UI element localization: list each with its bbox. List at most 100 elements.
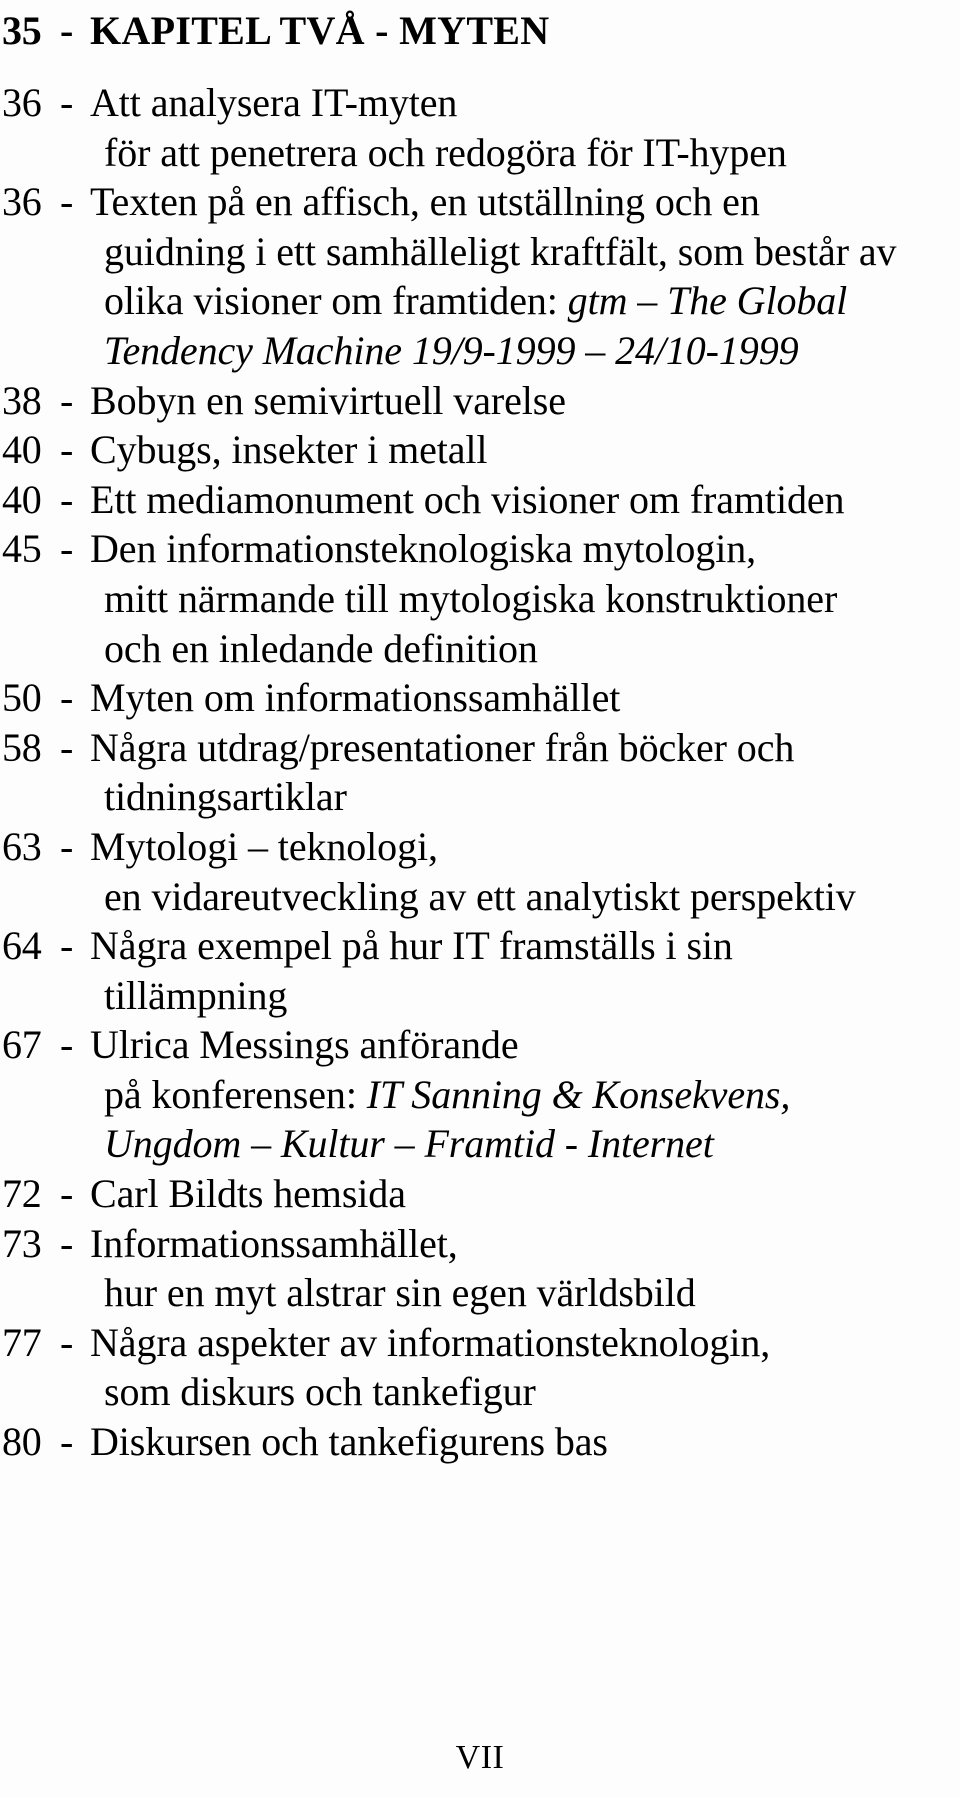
toc-page-number: 67 xyxy=(2,1022,42,1068)
toc-entry-text: Carl Bildts hemsida xyxy=(90,1169,406,1219)
toc-entry[interactable]: 67- Ulrica Messings anförande på konferens… xyxy=(0,1020,960,1169)
toc-page-number: 72 xyxy=(2,1171,42,1217)
toc-entry-text: Tendency Machine 19/9-1999 – 24/10-1999 xyxy=(104,326,799,376)
toc-page-number: 35 xyxy=(2,8,42,53)
toc-entry-text: Diskursen och tankefigurens bas xyxy=(90,1417,608,1467)
toc-page-number: 50 xyxy=(2,675,42,721)
toc-text-segment: Tendency Machine 19/9-1999 – 24/10-1999 xyxy=(104,327,799,373)
toc-page-number: 36 xyxy=(2,179,42,225)
toc-separator-dash: - xyxy=(60,1022,74,1068)
toc-entry[interactable]: 64- Några exempel på hur IT framställs i … xyxy=(0,921,960,1020)
toc-text-segment: tillämpning xyxy=(104,972,288,1018)
toc-entry[interactable]: 58- Några utdrag/presentationer från böck… xyxy=(0,723,960,822)
toc-entry-first-line: 45- Den informationsteknologiska mytologi… xyxy=(0,524,960,574)
toc-text-segment: för att penetrera och redogöra för IT-hy… xyxy=(104,129,787,175)
toc-entry-continuation-line: Ungdom – Kultur – Framtid - Internet xyxy=(0,1119,960,1169)
toc-text-segment: som diskurs och tankefigur xyxy=(104,1369,536,1415)
toc-text-segment: Några utdrag/presentationer från böcker … xyxy=(90,724,795,770)
toc-entry-first-line: 40- Ett mediamonument och visioner om fra… xyxy=(0,475,960,525)
toc-page-number: 73 xyxy=(2,1220,42,1266)
toc-entry[interactable]: 36- Att analysera IT-myten för att penetre… xyxy=(0,78,960,177)
toc-separator-dash: - xyxy=(60,526,74,572)
toc-page-number: 38 xyxy=(2,377,42,423)
toc-page-number: 64 xyxy=(2,923,42,969)
toc-text-segment: Carl Bildts hemsida xyxy=(90,1171,406,1217)
toc-separator-dash: - xyxy=(60,823,74,869)
toc-entry-first-line: 67- Ulrica Messings anförande xyxy=(0,1020,960,1070)
toc-entry-first-line: 50- Myten om informationssamhället xyxy=(0,673,960,723)
toc-entry-continuation-line: guidning i ett samhälleligt kraftfält, s… xyxy=(0,227,960,277)
toc-entry-continuation-line: för att penetrera och redogöra för IT-hy… xyxy=(0,128,960,178)
toc-text-segment: Diskursen och tankefigurens bas xyxy=(90,1419,608,1465)
toc-entry-first-line: 63- Mytologi – teknologi, xyxy=(0,822,960,872)
toc-separator-dash: - xyxy=(60,923,74,969)
toc-entry-first-line: 58- Några utdrag/presentationer från böck… xyxy=(0,723,960,773)
toc-text-segment: gtm – The Global xyxy=(567,278,848,324)
toc-text-segment: Ulrica Messings anförande xyxy=(90,1022,519,1068)
toc-page-number: 80 xyxy=(2,1419,42,1465)
toc-entry[interactable]: 72- Carl Bildts hemsida xyxy=(0,1169,960,1219)
toc-text-segment: Några exempel på hur IT framställs i sin xyxy=(90,923,733,969)
toc-text-segment: Cybugs, insekter i metall xyxy=(90,427,488,473)
toc-separator-dash: - xyxy=(60,724,74,770)
toc-entry[interactable]: 73- Informationssamhället, hur en myt alst… xyxy=(0,1219,960,1318)
toc-entry-first-line: 80- Diskursen och tankefigurens bas xyxy=(0,1417,960,1467)
toc-entry-text: tillämpning xyxy=(104,971,287,1021)
toc-entry-continuation-line: olika visioner om framtiden: gtm – The G… xyxy=(0,276,960,326)
toc-text-segment: Att analysera IT-myten xyxy=(90,80,458,125)
toc-text-segment: mitt närmande till mytologiska konstrukt… xyxy=(104,575,838,621)
toc-page-number: 45 xyxy=(2,526,42,572)
toc-separator-dash: - xyxy=(60,1419,74,1465)
toc-entry[interactable]: 63- Mytologi – teknologi, en vidareutveckl… xyxy=(0,822,960,921)
toc-entry[interactable]: 38- Bobyn en semivirtuell varelse xyxy=(0,376,960,426)
toc-text-segment: Mytologi – teknologi, xyxy=(90,823,438,869)
toc-entry-text: som diskurs och tankefigur xyxy=(104,1367,536,1417)
toc-entry-text: på konferensen: IT Sanning & Konsekvens, xyxy=(104,1070,790,1120)
toc-entry-first-line: 77- Några aspekter av informationsteknolo… xyxy=(0,1318,960,1368)
toc-entry[interactable]: 36- Texten på en affisch, en utställning … xyxy=(0,177,960,375)
toc-entry[interactable]: 45- Den informationsteknologiska mytologi… xyxy=(0,524,960,673)
toc-text-segment: Några aspekter av informationsteknologin… xyxy=(90,1319,771,1365)
toc-entry[interactable]: 50- Myten om informationssamhället xyxy=(0,673,960,723)
toc-entry-text: guidning i ett samhälleligt kraftfält, s… xyxy=(104,227,896,277)
toc-entry-continuation-line: tillämpning xyxy=(0,971,960,1021)
toc-entry-text: hur en myt alstrar sin egen världsbild xyxy=(104,1268,696,1318)
toc-page-number: 77 xyxy=(2,1319,42,1365)
toc-entry-text: och en inledande definition xyxy=(104,624,538,674)
toc-text-segment: hur en myt alstrar sin egen världsbild xyxy=(104,1270,696,1316)
toc-separator-dash: - xyxy=(60,8,74,53)
toc-text-segment: guidning i ett samhälleligt kraftfält, s… xyxy=(104,228,897,274)
toc-text-segment: Bobyn en semivirtuell varelse xyxy=(90,377,566,423)
toc-separator-dash: - xyxy=(60,377,74,423)
toc-separator-dash: - xyxy=(60,476,74,522)
toc-separator-dash: - xyxy=(60,179,74,225)
toc-entry-continuation-line: som diskurs och tankefigur xyxy=(0,1367,960,1417)
toc-separator-dash: - xyxy=(60,1171,74,1217)
toc-entry-continuation-line: en vidareutveckling av ett analytiskt pe… xyxy=(0,872,960,922)
toc-separator-dash: - xyxy=(60,1319,74,1365)
toc-entry-continuation-line: och en inledande definition xyxy=(0,624,960,674)
toc-entry-text: Några utdrag/presentationer från böcker … xyxy=(90,723,794,773)
toc-entry-first-line: 40- Cybugs, insekter i metall xyxy=(0,425,960,475)
page-folio: VII xyxy=(455,1739,505,1776)
toc-entry[interactable]: 77- Några aspekter av informationsteknolo… xyxy=(0,1318,960,1417)
toc-entry[interactable]: 80- Diskursen och tankefigurens bas xyxy=(0,1417,960,1467)
toc-entry-text: Några aspekter av informationsteknologin… xyxy=(90,1318,770,1368)
toc-text-segment: en vidareutveckling av ett analytiskt pe… xyxy=(104,873,856,919)
toc-text-segment: olika visioner om framtiden: xyxy=(104,278,568,324)
toc-entry[interactable]: 35- KAPITEL TVÅ - MYTEN xyxy=(0,0,960,78)
toc-entry-continuation-line: mitt närmande till mytologiska konstrukt… xyxy=(0,574,960,624)
toc-entry-continuation-line: hur en myt alstrar sin egen världsbild xyxy=(0,1268,960,1318)
toc-text-segment: Den informationsteknologiska mytologin, xyxy=(90,526,757,572)
toc-entry[interactable]: 40- Ett mediamonument och visioner om fra… xyxy=(0,475,960,525)
toc-page: 35- KAPITEL TVÅ - MYTEN 36- Att analysera I… xyxy=(0,0,960,1797)
toc-page-number: 36 xyxy=(2,80,42,125)
toc-text-segment: Myten om informationssamhället xyxy=(90,675,621,721)
toc-separator-dash: - xyxy=(60,80,74,125)
toc-entry-continuation-line: tidningsartiklar xyxy=(0,772,960,822)
toc-separator-dash: - xyxy=(60,675,74,721)
toc-entry-first-line: 38- Bobyn en semivirtuell varelse xyxy=(0,376,960,426)
toc-text-segment: på konferensen: xyxy=(104,1071,367,1117)
toc-entry-first-line: 36- Att analysera IT-myten xyxy=(0,78,960,128)
toc-entry[interactable]: 40- Cybugs, insekter i metall xyxy=(0,425,960,475)
